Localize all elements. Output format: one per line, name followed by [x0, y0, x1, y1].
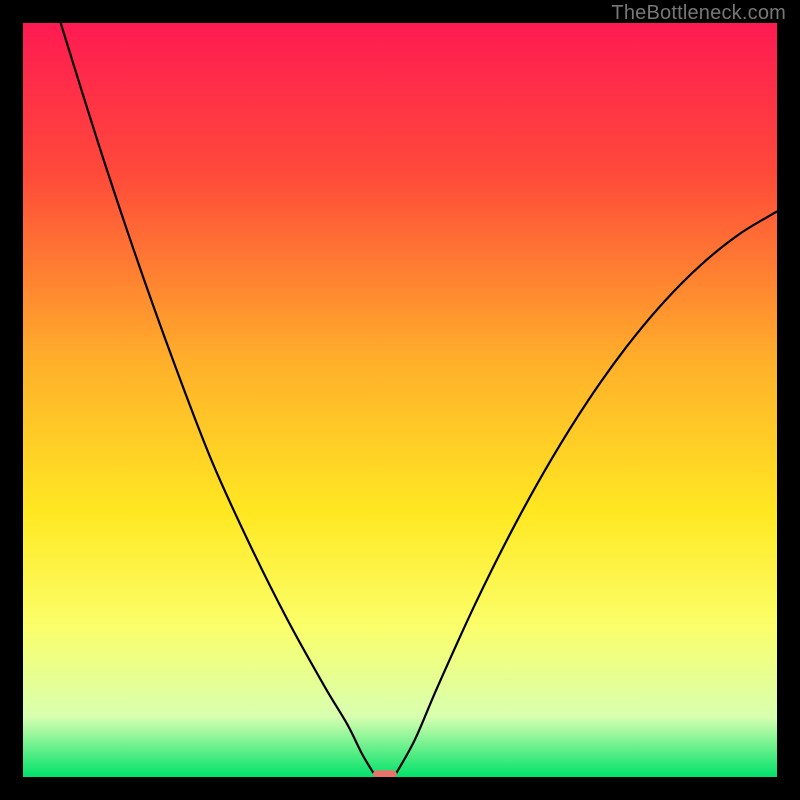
- min-marker: [373, 770, 397, 777]
- chart-svg: [23, 23, 777, 777]
- gradient-background: [23, 23, 777, 777]
- watermark-text: TheBottleneck.com: [611, 2, 786, 25]
- plot-area: [23, 23, 777, 777]
